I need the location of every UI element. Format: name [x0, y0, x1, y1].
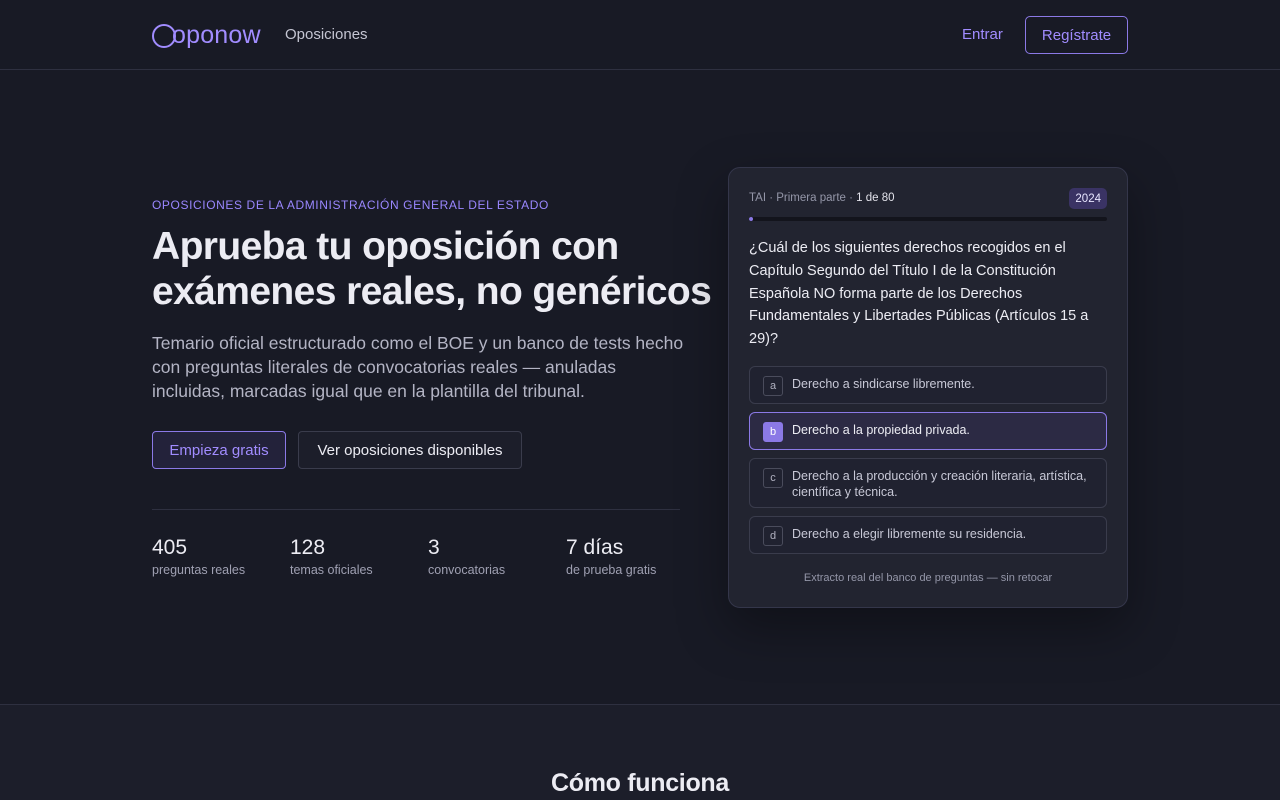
logo[interactable]: oponow: [152, 20, 261, 50]
stat-questions: 405 preguntas reales: [152, 536, 245, 577]
stat-label: convocatorias: [428, 563, 506, 577]
stat-value: 128: [290, 536, 326, 559]
progress-fill: [749, 217, 754, 221]
option-key: b: [763, 422, 783, 442]
signup-button[interactable]: Regístrate: [1025, 16, 1128, 54]
hero-eyebrow: Oposiciones de la Administración General…: [152, 198, 549, 212]
hero-subtitle: Temario oficial estructurado como el BOE…: [152, 333, 684, 401]
option-text: Derecho a sindicarse libremente.: [792, 377, 975, 391]
year-badge: 2024: [1069, 188, 1107, 209]
start-free-button[interactable]: Empieza gratis: [152, 431, 286, 469]
option-key: c: [763, 468, 783, 488]
login-link[interactable]: Entrar: [962, 26, 1003, 43]
answer-option-b[interactable]: b Derecho a la propiedad privada.: [749, 412, 1107, 450]
stat-calls: 3 convocatorias: [428, 536, 505, 577]
sample-question-card: TAI · Primera parte · 1 de 80 2024 ¿Cuál…: [728, 167, 1128, 608]
nav-link-oposiciones[interactable]: Oposiciones: [285, 26, 368, 43]
how-it-works-title: Cómo funciona: [550, 769, 730, 797]
question-progress-bar: [749, 217, 1107, 221]
option-text: Derecho a elegir libremente su residenci…: [792, 527, 1027, 541]
stat-label: temas oficiales: [290, 563, 373, 577]
stat-value: 405: [152, 536, 188, 559]
logo-text: oponow: [172, 20, 261, 49]
option-text: Derecho a la propiedad privada.: [792, 423, 970, 437]
option-key: a: [763, 376, 783, 396]
question-meta: TAI · Primera parte · 1 de 80: [749, 192, 895, 204]
option-text: Derecho a la producción y creación liter…: [792, 469, 1087, 499]
hero-title: Aprueba tu oposición con exámenes reales…: [152, 225, 712, 313]
stat-label: preguntas reales: [152, 563, 246, 577]
option-key: d: [763, 526, 783, 546]
answer-option-a[interactable]: a Derecho a sindicarse libremente.: [749, 366, 1107, 404]
answer-option-d[interactable]: d Derecho a elegir libremente su residen…: [749, 516, 1107, 554]
stat-label: de prueba gratis: [566, 563, 657, 577]
stat-trial: 7 días de prueba gratis: [566, 536, 656, 577]
view-oposiciones-button[interactable]: Ver oposiciones disponibles: [298, 431, 522, 469]
answer-option-c[interactable]: c Derecho a la producción y creación lit…: [749, 458, 1107, 508]
top-nav: oponow Oposiciones Entrar Regístrate: [0, 0, 1280, 70]
stat-topics: 128 temas oficiales: [290, 536, 373, 577]
stat-value: 3: [428, 536, 440, 559]
card-footnote: Extracto real del banco de preguntas — s…: [803, 572, 1053, 584]
question-text: ¿Cuál de los siguientes derechos recogid…: [749, 240, 1089, 348]
exam-part: TAI · Primera parte ·: [749, 192, 857, 204]
question-position: 1 de 80: [856, 192, 895, 204]
stat-value: 7 días: [566, 536, 624, 559]
stats-divider: [152, 509, 680, 510]
